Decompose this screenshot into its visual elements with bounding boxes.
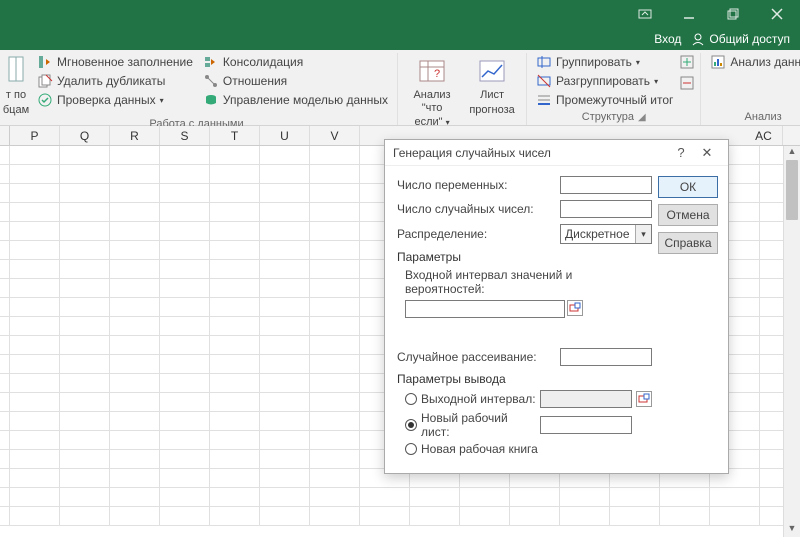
consolidate-button[interactable]: Консолидация bbox=[200, 53, 391, 71]
output-range-label: Выходной интервал: bbox=[421, 392, 536, 406]
remove-duplicates-button[interactable]: Удалить дубликаты bbox=[34, 72, 196, 90]
restore-icon[interactable] bbox=[718, 8, 748, 20]
subtotal-button[interactable]: Промежуточный итог bbox=[533, 91, 676, 109]
scroll-up-icon[interactable]: ▲ bbox=[784, 146, 800, 160]
random-seed-label: Случайное рассеивание: bbox=[397, 350, 556, 364]
new-workbook-label: Новая рабочая книга bbox=[421, 442, 538, 456]
col-header[interactable]: T bbox=[210, 126, 260, 145]
col-header[interactable]: P bbox=[10, 126, 60, 145]
distribution-select[interactable]: Дискретное ▾ bbox=[560, 224, 652, 244]
group-button[interactable]: Группировать ▾ bbox=[533, 53, 676, 71]
hide-detail-icon[interactable] bbox=[680, 76, 694, 93]
subtotal-icon bbox=[536, 92, 552, 108]
random-seed-input[interactable] bbox=[560, 348, 652, 366]
col-header[interactable]: V bbox=[310, 126, 360, 145]
dialog-launcher-icon[interactable]: ◢ bbox=[638, 112, 646, 123]
new-worksheet-input[interactable] bbox=[540, 416, 632, 434]
close-icon[interactable] bbox=[762, 8, 792, 20]
forecast-sheet-button[interactable]: Лист прогноза bbox=[464, 53, 520, 116]
output-params-group-label: Параметры вывода bbox=[397, 372, 652, 386]
output-range-radio[interactable] bbox=[405, 393, 417, 405]
col-header[interactable]: Q bbox=[60, 126, 110, 145]
dialog-help-icon[interactable]: ? bbox=[668, 145, 694, 160]
group-icon bbox=[536, 54, 552, 70]
dialog-close-icon[interactable]: ✕ bbox=[694, 145, 720, 161]
chevron-down-icon: ▾ bbox=[635, 225, 651, 243]
random-number-generation-dialog: Генерация случайных чисел ? ✕ Число пере… bbox=[384, 139, 729, 474]
output-range-input bbox=[540, 390, 632, 408]
data-model-icon bbox=[203, 92, 219, 108]
relationships-button[interactable]: Отношения bbox=[200, 72, 391, 90]
data-analysis-button[interactable]: Анализ данных bbox=[707, 53, 800, 71]
help-button[interactable]: Справка bbox=[658, 232, 718, 254]
person-icon bbox=[691, 32, 705, 46]
relationships-icon bbox=[203, 73, 219, 89]
dialog-titlebar[interactable]: Генерация случайных чисел ? ✕ bbox=[385, 140, 728, 166]
vertical-scrollbar[interactable]: ▲ ▼ bbox=[783, 146, 800, 537]
text-to-columns-icon bbox=[0, 55, 32, 87]
manage-data-model-button[interactable]: Управление моделью данных bbox=[200, 91, 391, 109]
new-workbook-radio[interactable] bbox=[405, 443, 417, 455]
ok-button[interactable]: ОК bbox=[658, 176, 718, 198]
minimize-icon[interactable] bbox=[674, 8, 704, 20]
svg-text:?: ? bbox=[434, 68, 440, 80]
scroll-thumb[interactable] bbox=[786, 160, 798, 220]
col-header[interactable]: S bbox=[160, 126, 210, 145]
range-picker-icon[interactable] bbox=[636, 391, 652, 407]
consolidate-icon bbox=[203, 54, 219, 70]
input-range-label: Входной интервал значений и вероятностей… bbox=[405, 268, 652, 296]
input-range-input[interactable] bbox=[405, 300, 565, 318]
ribbon-options-icon[interactable] bbox=[630, 9, 660, 19]
sign-in-link[interactable]: Вход bbox=[654, 32, 681, 46]
account-bar: Вход Общий доступ bbox=[0, 28, 800, 50]
data-validation-icon bbox=[37, 92, 53, 108]
scroll-down-icon[interactable]: ▼ bbox=[784, 523, 800, 537]
show-detail-icon[interactable] bbox=[680, 55, 694, 72]
ribbon: т по бцам Мгновенное заполнение Удалить … bbox=[0, 50, 800, 126]
col-header[interactable]: R bbox=[110, 126, 160, 145]
cancel-button[interactable]: Отмена bbox=[658, 204, 718, 226]
parameters-group-label: Параметры bbox=[397, 250, 652, 264]
col-header[interactable]: U bbox=[260, 126, 310, 145]
share-button[interactable]: Общий доступ bbox=[691, 32, 790, 46]
num-variables-input[interactable] bbox=[560, 176, 652, 194]
new-worksheet-label: Новый рабочий лист: bbox=[421, 411, 536, 439]
remove-duplicates-icon bbox=[37, 73, 53, 89]
group-label-analysis: Анализ bbox=[707, 109, 800, 125]
col-header[interactable]: AC bbox=[745, 126, 783, 145]
ungroup-icon bbox=[536, 73, 552, 89]
num-variables-label: Число переменных: bbox=[397, 178, 556, 192]
text-to-columns-button[interactable]: т по бцам bbox=[2, 53, 30, 116]
distribution-label: Распределение: bbox=[397, 227, 556, 241]
ungroup-button[interactable]: Разгруппировать ▾ bbox=[533, 72, 676, 90]
num-random-label: Число случайных чисел: bbox=[397, 202, 556, 216]
new-worksheet-radio[interactable] bbox=[405, 419, 417, 431]
dialog-title: Генерация случайных чисел bbox=[393, 146, 668, 160]
num-random-input[interactable] bbox=[560, 200, 652, 218]
forecast-sheet-icon bbox=[476, 55, 508, 87]
group-label-structure: Структура ◢ bbox=[533, 109, 694, 125]
flash-fill-icon bbox=[37, 54, 53, 70]
what-if-analysis-button[interactable]: ? Анализ "что если" ▾ bbox=[404, 53, 460, 129]
flash-fill-button[interactable]: Мгновенное заполнение bbox=[34, 53, 196, 71]
window-titlebar bbox=[0, 0, 800, 28]
data-analysis-icon bbox=[710, 54, 726, 70]
data-validation-button[interactable]: Проверка данных ▾ bbox=[34, 91, 196, 109]
range-picker-icon[interactable] bbox=[567, 300, 583, 316]
what-if-icon: ? bbox=[416, 55, 448, 87]
